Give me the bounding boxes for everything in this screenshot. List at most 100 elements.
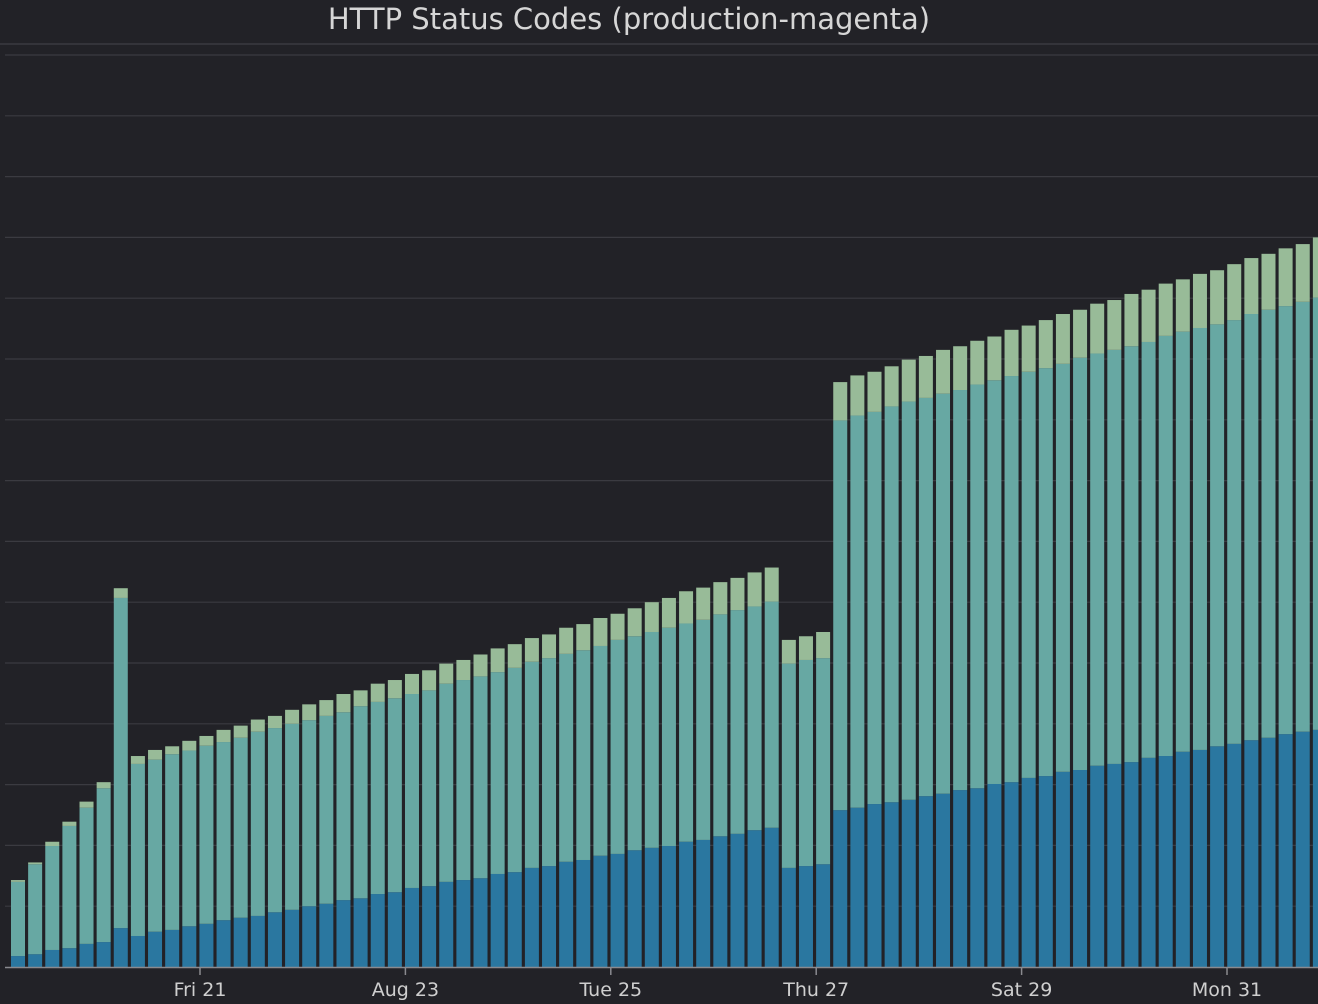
bar-segment-series-2 (216, 742, 231, 921)
bar-segment-series-1 (542, 866, 557, 967)
bar-segment-series-1 (422, 886, 437, 967)
bar-segment-series-1 (285, 909, 300, 967)
bar-segment-series-3 (404, 673, 419, 695)
bar-segment-series-2 (867, 411, 882, 805)
bar-segment-series-3 (353, 690, 368, 707)
bar-segment-series-3 (439, 663, 454, 684)
bar-segment-series-2 (199, 745, 214, 924)
x-tick-label: Sat 29 (991, 979, 1052, 1001)
bar-segment-series-3 (816, 631, 831, 659)
bar-segment-series-1 (1175, 751, 1190, 967)
bar-segment-series-1 (1295, 731, 1310, 967)
bar-segment-series-2 (1038, 368, 1053, 777)
bar-segment-series-3 (747, 572, 762, 607)
bar-segment-series-1 (730, 833, 745, 967)
bar-segment-series-2 (696, 619, 711, 840)
bar-segment-series-2 (353, 706, 368, 899)
bar-segment-series-2 (148, 759, 163, 932)
bar-segment-series-1 (96, 942, 111, 967)
bar-segment-series-1 (679, 841, 694, 967)
bar-segment-series-1 (1244, 740, 1259, 967)
bar-segment-series-3 (1244, 258, 1259, 315)
bar-segment-series-3 (1004, 329, 1019, 377)
bar-segment-series-3 (1278, 248, 1293, 307)
bar-segment-series-3 (302, 704, 317, 721)
bar-segment-series-2 (1175, 331, 1190, 752)
bar-segment-series-1 (28, 954, 43, 967)
bar-segment-series-2 (490, 672, 505, 874)
bar-segment-series-3 (679, 591, 694, 624)
bar-segment-series-3 (113, 588, 128, 598)
bar-segment-series-1 (370, 894, 385, 967)
bar-segment-series-3 (1124, 293, 1139, 347)
x-tick-label: Mon 31 (1192, 979, 1262, 1001)
x-tick-label: Thu 27 (782, 979, 849, 1001)
bar-segment-series-2 (576, 650, 591, 860)
bar-segment-series-2 (62, 825, 77, 949)
bar-segment-series-3 (422, 670, 437, 691)
bar-segment-series-1 (233, 917, 248, 967)
bar-segment-series-2 (1141, 341, 1156, 758)
bar-segment-series-1 (45, 949, 60, 967)
bar-segment-series-3 (524, 638, 539, 662)
bar-segment-series-1 (1141, 757, 1156, 967)
bar-segment-series-3 (387, 680, 402, 699)
bar-segment-series-1 (62, 948, 77, 967)
bar-segment-series-2 (1295, 301, 1310, 732)
bar-segment-series-1 (764, 827, 779, 967)
bar-segment-series-2 (901, 401, 916, 800)
bar-segment-series-3 (267, 715, 282, 729)
bar-segment-series-1 (1021, 777, 1036, 967)
bar-segment-series-1 (559, 861, 574, 967)
bar-segment-series-1 (987, 783, 1002, 967)
bar-segment-series-1 (130, 935, 145, 967)
bar-segment-series-1 (627, 850, 642, 967)
bar-segment-series-1 (336, 900, 351, 967)
bar-segment-series-3 (1021, 325, 1036, 372)
bar-segment-series-3 (970, 340, 985, 385)
bar-segment-series-2 (182, 750, 197, 927)
bar-segment-series-2 (473, 676, 488, 879)
bar-segment-series-1 (524, 867, 539, 967)
bar-segment-series-2 (1278, 306, 1293, 735)
bar-segment-series-2 (250, 731, 265, 916)
bar-segment-series-2 (953, 390, 968, 791)
bar-segment-series-2 (1227, 320, 1242, 744)
bar-segment-series-1 (267, 912, 282, 967)
x-tick-label: Aug 23 (372, 979, 439, 1001)
bar-segment-series-3 (1055, 314, 1070, 364)
bar-segment-series-2 (730, 610, 745, 834)
bar-segment-series-3 (1295, 244, 1310, 302)
bar-segment-series-1 (250, 915, 265, 967)
bar-segment-series-3 (233, 725, 248, 738)
bar-segment-series-3 (1192, 273, 1207, 328)
bar-segment-series-2 (130, 763, 145, 936)
bar-segment-series-2 (816, 658, 831, 865)
bar-segment-series-1 (1055, 771, 1070, 967)
bar-segment-series-3 (798, 636, 813, 660)
bar-segment-series-2 (1158, 335, 1173, 757)
bar-segment-series-2 (387, 698, 402, 893)
bar-segment-series-3 (1175, 279, 1190, 332)
bar-segment-series-3 (559, 627, 574, 654)
bar-segment-series-2 (559, 653, 574, 862)
bar-segment-series-2 (524, 661, 539, 868)
bar-segment-series-1 (1261, 737, 1276, 967)
bar-segment-series-3 (148, 749, 163, 760)
bar-segment-series-2 (336, 712, 351, 901)
bar-segment-series-1 (1192, 749, 1207, 967)
bar-segment-series-1 (696, 839, 711, 967)
bar-segment-series-2 (233, 737, 248, 918)
bar-segment-series-3 (593, 618, 608, 646)
bar-segment-series-2 (28, 864, 43, 955)
bar-segment-series-1 (439, 881, 454, 967)
bar-segment-series-1 (661, 846, 676, 967)
bar-segment-series-1 (1107, 763, 1122, 967)
bar-segment-series-1 (1210, 746, 1225, 967)
bar-segment-series-3 (507, 644, 522, 668)
bar-segment-series-3 (1261, 253, 1276, 310)
bar-segment-series-1 (404, 887, 419, 967)
bar-segment-series-1 (970, 788, 985, 967)
bar-segment-series-2 (507, 667, 522, 873)
bar-segment-series-3 (1141, 289, 1156, 342)
